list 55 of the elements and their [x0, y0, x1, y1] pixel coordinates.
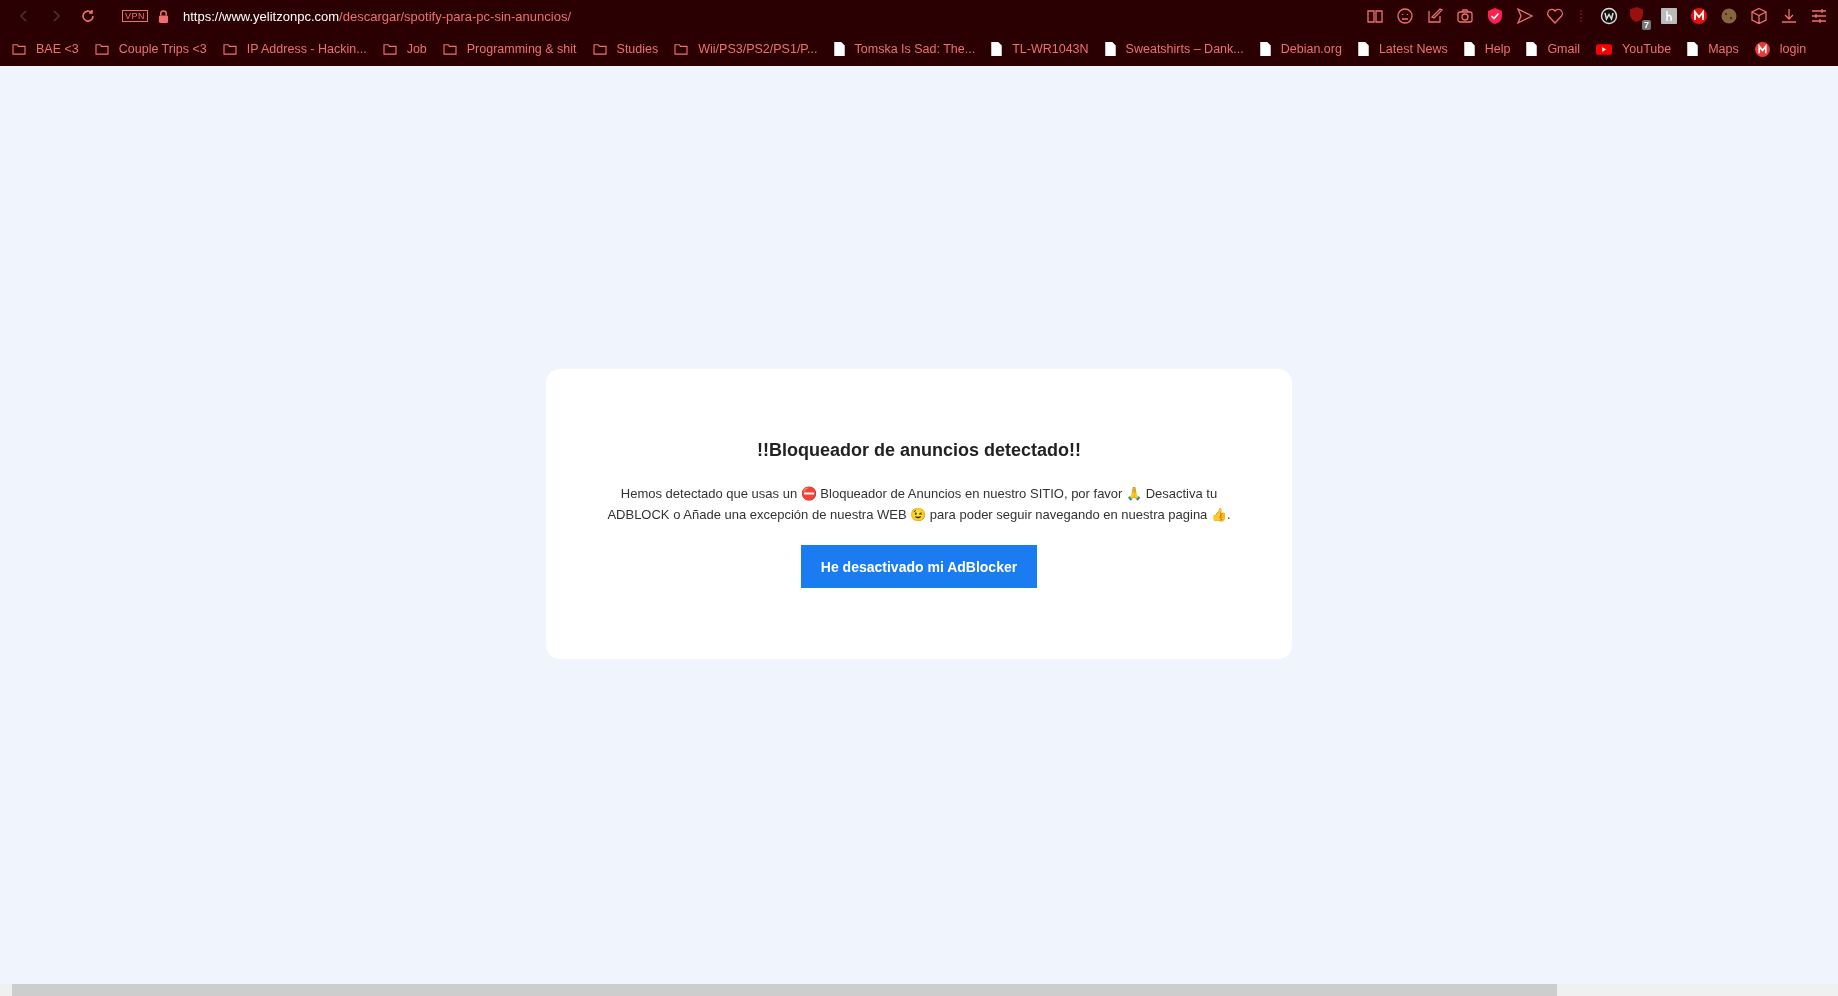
camera-icon[interactable]	[1456, 7, 1474, 25]
folder-icon	[94, 43, 109, 55]
page-icon	[1259, 42, 1271, 56]
page-icon	[1104, 42, 1116, 56]
dialog-message: Hemos detectado que usas un ⛔ Bloqueador de Anuncios en nuestro SITIO, por favor 🙏 Desactiva tu ADBLOCK o Añade una excepción de nuestra WEB 😉 para poder seguir navegando en nuestra pagina 👍.	[606, 485, 1232, 524]
bookmark[interactable]: Sweatshirts – Dank...	[1104, 42, 1244, 56]
page-icon	[1526, 42, 1538, 56]
folder-icon	[222, 43, 237, 55]
play-icon	[1596, 43, 1613, 55]
heart-icon[interactable]	[1546, 7, 1564, 25]
bookmark[interactable]: login	[1754, 41, 1807, 57]
bookmark[interactable]: IP Address - Hackin...	[222, 42, 367, 56]
bookmark[interactable]: Programming & shit	[442, 42, 577, 56]
bookmark[interactable]: Latest News	[1357, 42, 1448, 56]
h-extension-icon[interactable]	[1660, 7, 1678, 25]
bookmark[interactable]: Job	[382, 42, 427, 56]
bookmark[interactable]: Wii/PS3/PS2/PS1/P...	[674, 42, 818, 56]
reload-icon[interactable]	[80, 8, 96, 24]
download-icon[interactable]	[1780, 7, 1798, 25]
page-icon	[991, 42, 1003, 56]
folder-icon	[12, 43, 26, 55]
scrollbar-thumb[interactable]	[12, 984, 1557, 996]
page-icon	[833, 42, 845, 56]
m-logo-icon	[1754, 41, 1770, 57]
folder-icon	[674, 43, 689, 55]
mega-extension-icon[interactable]	[1690, 7, 1708, 25]
address-bar[interactable]: https://www.yelitzonpc.com/descargar/spotify-para-pc-sin-anuncios/	[183, 8, 571, 24]
edit-icon[interactable]	[1426, 7, 1444, 25]
sliders-icon[interactable]	[1810, 7, 1828, 25]
page-icon	[1357, 42, 1369, 56]
bookmark[interactable]: TL-WR1043N	[991, 42, 1089, 56]
cookie-icon[interactable]	[1720, 7, 1738, 25]
lock-icon	[158, 9, 169, 23]
bookmark[interactable]: Gmail	[1526, 42, 1581, 56]
cube-icon[interactable]	[1750, 7, 1768, 25]
bookmark[interactable]: Maps	[1687, 42, 1739, 56]
bookmark[interactable]: Couple Trips <3	[94, 42, 207, 56]
folder-icon	[382, 43, 397, 55]
bookmark[interactable]: Studies	[592, 42, 659, 56]
dialog-title: !!Bloqueador de anuncios detectado!!	[757, 440, 1081, 461]
page-icon	[1463, 42, 1475, 56]
page-icon	[1687, 42, 1699, 56]
vpn-badge[interactable]: VPN	[122, 10, 148, 22]
folder-icon	[592, 43, 607, 55]
book-icon[interactable]	[1366, 7, 1384, 25]
bookmark[interactable]: Debian.org	[1259, 42, 1342, 56]
bookmark[interactable]: BAE <3	[12, 42, 79, 56]
send-icon[interactable]	[1516, 7, 1534, 25]
shield-icon[interactable]	[1486, 7, 1504, 25]
face-icon[interactable]	[1396, 7, 1414, 25]
w-extension-icon[interactable]	[1600, 7, 1618, 25]
folder-icon	[442, 43, 457, 55]
bookmark[interactable]: YouTube	[1596, 42, 1672, 56]
bookmark[interactable]: Help	[1463, 42, 1511, 56]
bookmark[interactable]: Tomska Is Sad: The...	[833, 42, 976, 56]
